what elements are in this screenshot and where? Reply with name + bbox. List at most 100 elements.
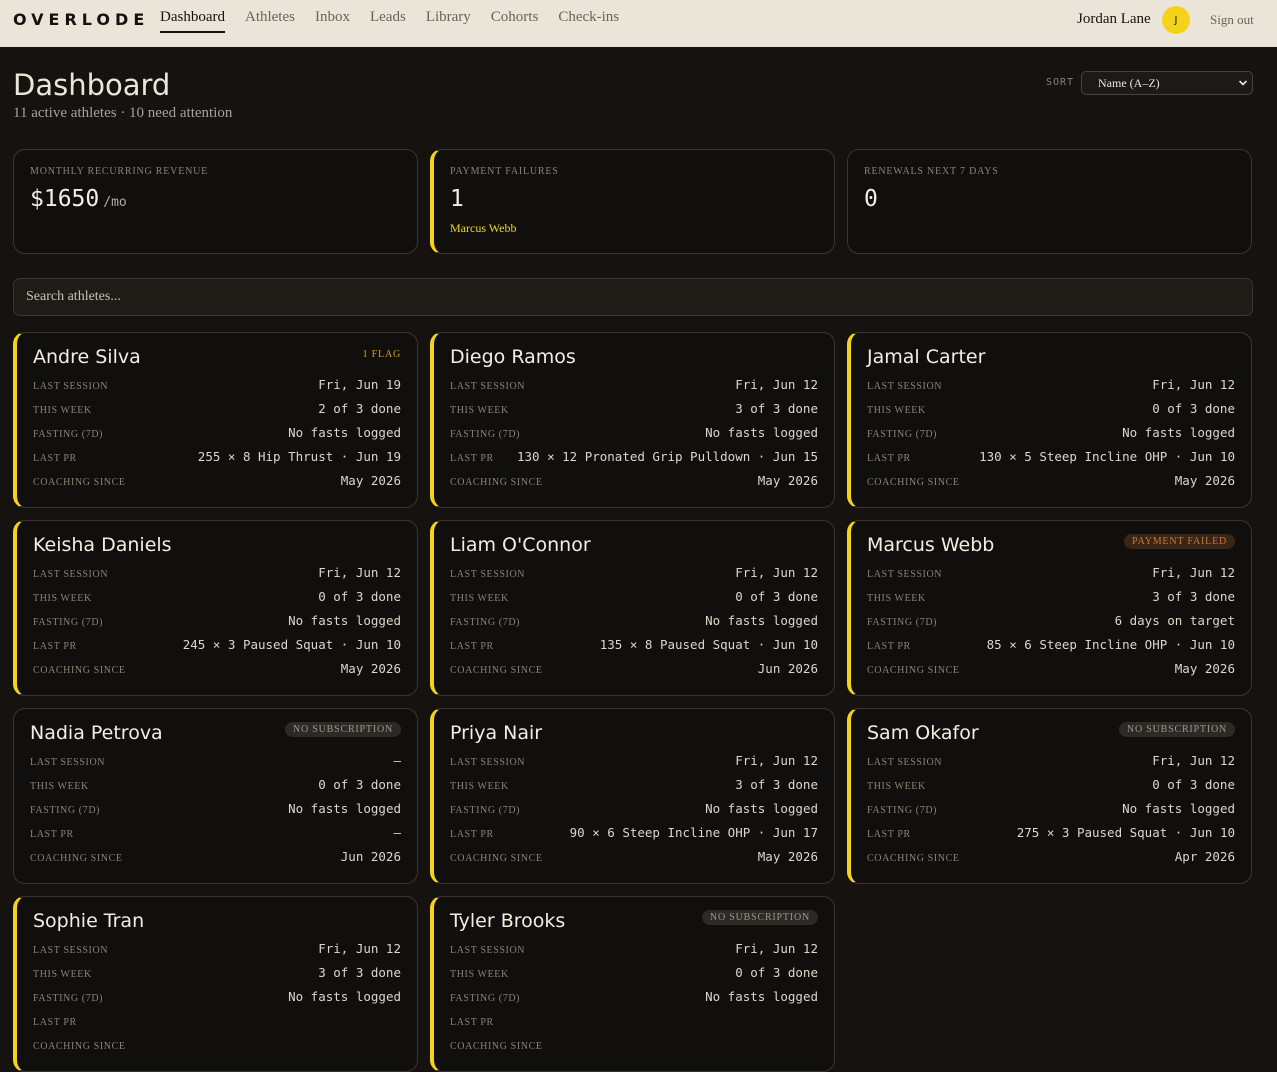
athlete-card[interactable]: Tyler Brooks NO SUBSCRIPTION Last session F…: [430, 896, 835, 1072]
sort-select[interactable]: Name (A–Z): [1081, 71, 1253, 95]
stat-value: 0 of 3 done: [735, 589, 818, 604]
athlete-name: Diego Ramos: [450, 346, 576, 368]
stat-label: Fasting (7d): [450, 429, 521, 440]
stat-value: 3 of 3 done: [735, 777, 818, 792]
stat-row: Coaching since: [450, 1037, 818, 1057]
athlete-card[interactable]: Liam O'Connor Last session Fri, Jun 12 This…: [430, 520, 835, 696]
kpi-note[interactable]: Marcus Webb: [450, 221, 516, 236]
stat-row: Last PR: [33, 1013, 401, 1033]
stat-label: This week: [33, 969, 92, 980]
stat-label: Fasting (7d): [450, 617, 521, 628]
stat-label: Fasting (7d): [450, 993, 521, 1004]
nav-dashboard[interactable]: Dashboard: [160, 0, 225, 33]
athlete-card[interactable]: Sophie Tran Last session Fri, Jun 12 This w…: [13, 896, 418, 1072]
status-badge: NO SUBSCRIPTION: [1118, 722, 1235, 737]
stat-value: May 2026: [1174, 661, 1235, 676]
kpi-card-payment-failures[interactable]: Payment failures 1 Marcus Webb: [430, 149, 835, 254]
stat-label: Fasting (7d): [33, 429, 104, 440]
athlete-card[interactable]: Sam Okafor NO SUBSCRIPTION Last session Fri…: [847, 708, 1252, 884]
stat-label: Last PR: [33, 641, 77, 652]
avatar[interactable]: J: [1162, 6, 1190, 34]
stat-row: Last PR 130 × 12 Pronated Grip Pulldown ·…: [450, 449, 818, 469]
stat-row: This week 0 of 3 done: [450, 965, 818, 985]
sign-out-link[interactable]: Sign out: [1210, 12, 1254, 28]
stat-label: Coaching since: [450, 853, 543, 864]
stat-row: This week 0 of 3 done: [30, 777, 401, 797]
user-name: Jordan Lane: [1077, 11, 1151, 27]
kpi-value: 0: [864, 186, 878, 212]
stat-row: Last session Fri, Jun 12: [867, 753, 1235, 773]
stat-value: No fasts logged: [705, 613, 818, 628]
kpi-value: $1650/mo: [30, 186, 127, 212]
search-input[interactable]: Search athletes...: [13, 278, 1253, 316]
stat-label: Last session: [33, 569, 109, 580]
stat-label: Last PR: [867, 829, 911, 840]
stat-value: 130 × 12 Pronated Grip Pulldown · Jun 15: [516, 449, 818, 464]
athlete-card[interactable]: Priya Nair Last session Fri, Jun 12 This we…: [430, 708, 835, 884]
stat-label: This week: [33, 593, 92, 604]
stat-label: Last PR: [33, 453, 77, 464]
athlete-card[interactable]: Jamal Carter Last session Fri, Jun 12 This …: [847, 332, 1252, 508]
nav-check-ins[interactable]: Check-ins: [558, 0, 619, 33]
nav-athletes[interactable]: Athletes: [245, 0, 295, 33]
stat-row: Coaching since May 2026: [450, 849, 818, 869]
athlete-card[interactable]: Marcus Webb PAYMENT FAILED Last session Fri…: [847, 520, 1252, 696]
athlete-name: Sam Okafor: [867, 722, 979, 744]
athlete-card[interactable]: Keisha Daniels Last session Fri, Jun 12 Thi…: [13, 520, 418, 696]
stat-label: Last session: [450, 945, 526, 956]
kpi-label: Payment failures: [450, 166, 559, 177]
stat-value: 130 × 5 Steep Incline OHP · Jun 10: [979, 449, 1235, 464]
stat-value: 85 × 6 Steep Incline OHP · Jun 10: [986, 637, 1235, 652]
stat-value: —: [393, 753, 401, 768]
stat-value: May 2026: [340, 661, 401, 676]
chevron-down-icon: [1238, 72, 1248, 103]
stat-value: Fri, Jun 12: [1152, 377, 1235, 392]
stat-row: Fasting (7d) No fasts logged: [867, 801, 1235, 821]
stat-row: Last PR 255 × 8 Hip Thrust · Jun 19: [33, 449, 401, 469]
stat-row: Fasting (7d) No fasts logged: [450, 801, 818, 821]
stat-label: Fasting (7d): [33, 617, 104, 628]
athlete-card[interactable]: Diego Ramos Last session Fri, Jun 12 This w…: [430, 332, 835, 508]
stat-value: Apr 2026: [1174, 849, 1235, 864]
stat-row: This week 3 of 3 done: [450, 777, 818, 797]
stat-label: Last PR: [450, 453, 494, 464]
stat-value: May 2026: [1174, 473, 1235, 488]
nav-leads[interactable]: Leads: [370, 0, 406, 33]
stat-label: Coaching since: [33, 477, 126, 488]
stat-label: Coaching since: [450, 665, 543, 676]
nav-library[interactable]: Library: [426, 0, 471, 33]
stat-value: 275 × 3 Paused Squat · Jun 10: [1016, 825, 1235, 840]
stat-label: Last PR: [450, 1017, 494, 1028]
stat-label: Coaching since: [450, 477, 543, 488]
stat-label: Last session: [450, 569, 526, 580]
nav-inbox[interactable]: Inbox: [315, 0, 350, 33]
stat-value: 255 × 8 Hip Thrust · Jun 19: [197, 449, 401, 464]
stat-row: This week 0 of 3 done: [450, 589, 818, 609]
stat-row: Fasting (7d) No fasts logged: [33, 425, 401, 445]
stat-row: Last PR 245 × 3 Paused Squat · Jun 10: [33, 637, 401, 657]
stat-row: Coaching since May 2026: [450, 473, 818, 493]
stat-value: No fasts logged: [705, 989, 818, 1004]
stat-row: This week 3 of 3 done: [33, 965, 401, 985]
stat-row: This week 3 of 3 done: [450, 401, 818, 421]
stat-value: 3 of 3 done: [1152, 589, 1235, 604]
stat-row: This week 0 of 3 done: [867, 401, 1235, 421]
stat-value: No fasts logged: [288, 425, 401, 440]
stat-label: This week: [867, 781, 926, 792]
stat-value: Jun 2026: [340, 849, 401, 864]
stat-value: Fri, Jun 12: [318, 565, 401, 580]
athlete-card[interactable]: Andre Silva 1 FLAG Last session Fri, Jun 19…: [13, 332, 418, 508]
stat-value: 3 of 3 done: [318, 965, 401, 980]
nav-cohorts[interactable]: Cohorts: [491, 0, 539, 33]
stat-label: This week: [867, 593, 926, 604]
athlete-card[interactable]: Nadia Petrova NO SUBSCRIPTION Last session…: [13, 708, 418, 884]
stat-value: Fri, Jun 12: [735, 753, 818, 768]
stat-row: Fasting (7d) No fasts logged: [33, 613, 401, 633]
stat-label: Coaching since: [30, 853, 123, 864]
stat-row: Fasting (7d) No fasts logged: [450, 989, 818, 1009]
stat-row: Last session Fri, Jun 12: [867, 565, 1235, 585]
stat-row: Coaching since May 2026: [33, 661, 401, 681]
brand-logo[interactable]: OVERLODE: [13, 10, 149, 29]
sort-label: SORT: [1046, 77, 1075, 88]
stat-row: Last PR 130 × 5 Steep Incline OHP · Jun 1…: [867, 449, 1235, 469]
